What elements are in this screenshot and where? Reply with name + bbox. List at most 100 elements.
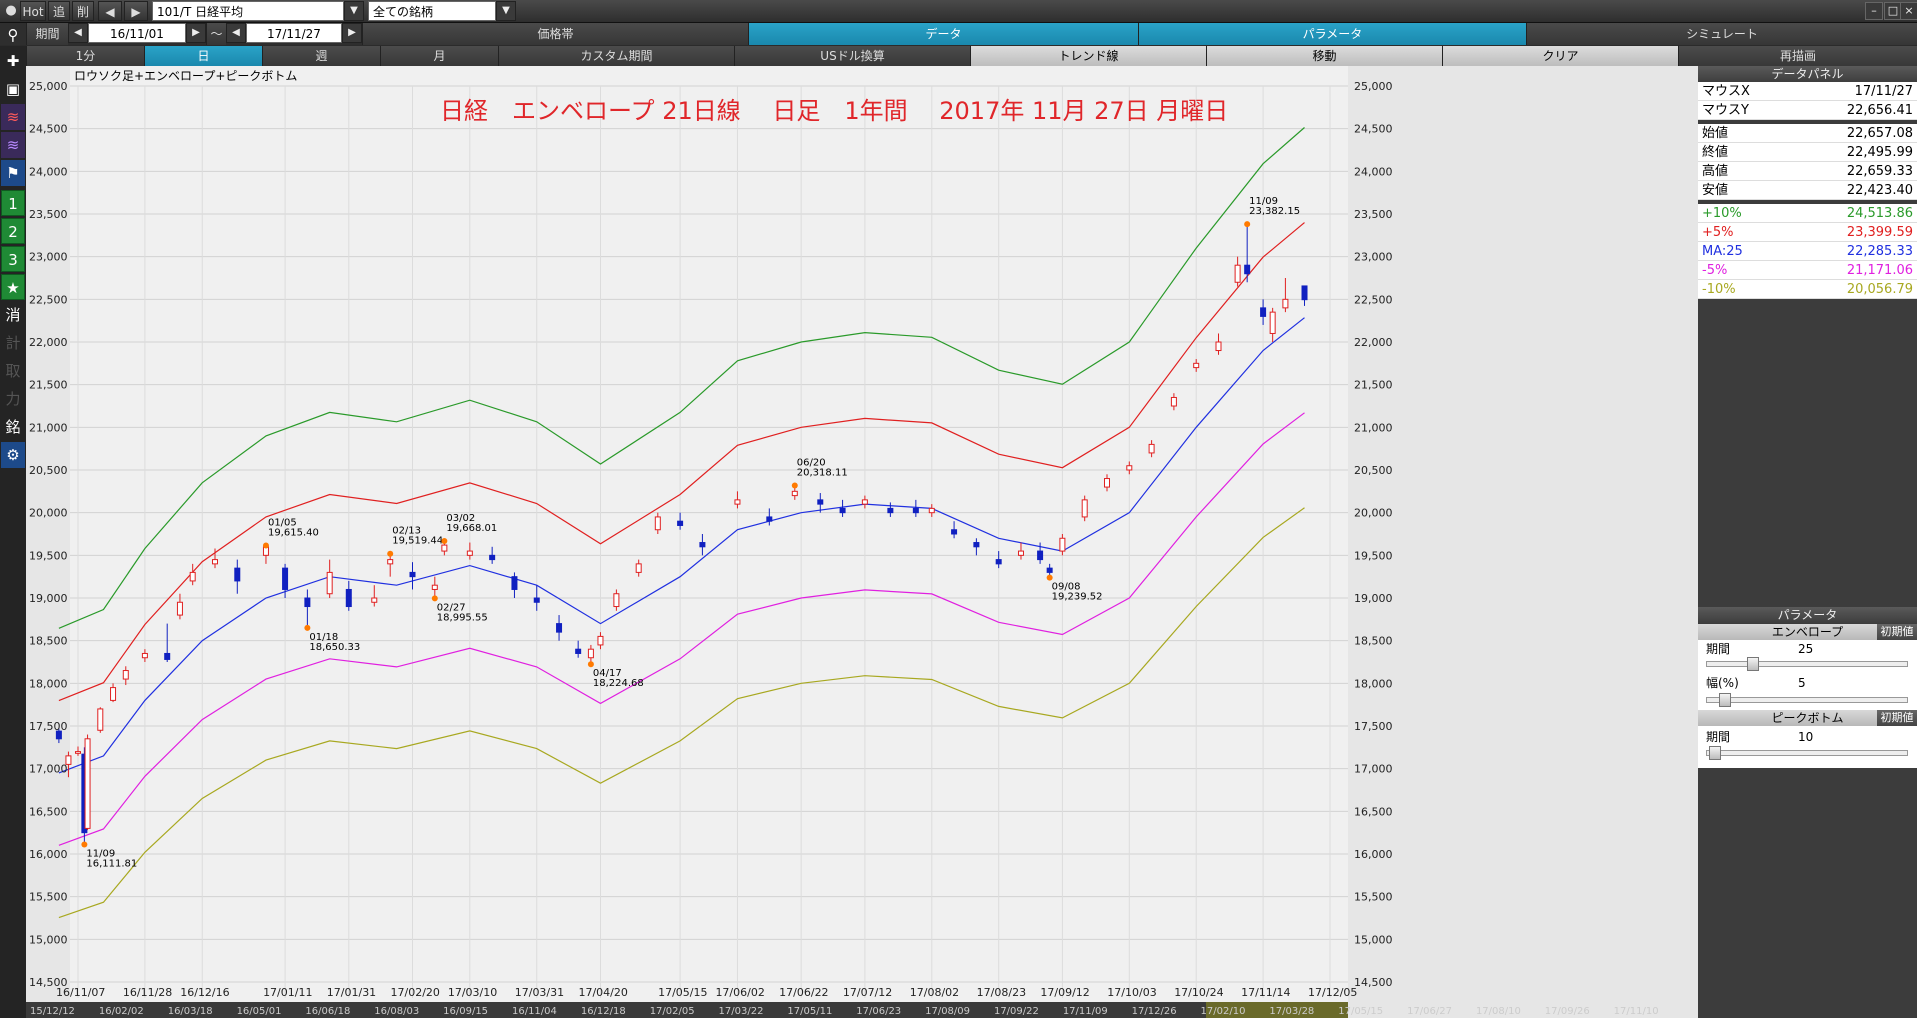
preset-3-button[interactable]: 3 xyxy=(1,246,25,272)
data-panel-value: 17/11/27 xyxy=(1854,84,1913,99)
flag-icon[interactable]: ⚑ xyxy=(1,160,25,186)
scroll-date-label: 17/09/26 xyxy=(1545,1006,1590,1017)
redraw-button[interactable]: 再描画 xyxy=(1678,46,1917,66)
search-icon[interactable]: ⚲ xyxy=(1,22,25,48)
y-tick-label: 15,500 xyxy=(29,891,68,904)
scroll-date-label: 17/08/10 xyxy=(1476,1006,1521,1017)
data-panel-value: 22,659.33 xyxy=(1846,164,1913,179)
y-tick-label: 20,500 xyxy=(29,464,68,477)
scroll-date-label: 17/06/27 xyxy=(1407,1006,1452,1017)
candle-body xyxy=(1244,264,1251,275)
x-tick-label: 17/01/11 xyxy=(263,986,312,999)
data-panel-value: 24,513.86 xyxy=(1846,206,1913,221)
data-panel-value: 23,399.59 xyxy=(1846,225,1913,240)
candle-body xyxy=(1037,550,1044,561)
custom-period-button[interactable]: カスタム期間 xyxy=(498,46,734,66)
symbol-field[interactable]: 101/T 日経平均 xyxy=(152,1,344,21)
tab-simulate[interactable]: シミュレート xyxy=(1526,23,1917,45)
tab-parameter[interactable]: パラメータ xyxy=(1138,23,1526,45)
tab-week[interactable]: 週 xyxy=(262,46,380,66)
date-from-next-button[interactable]: ▶ xyxy=(186,23,206,43)
preset-1-button[interactable]: 1 xyxy=(1,190,25,216)
slider-handle[interactable] xyxy=(1747,657,1759,671)
candle-body xyxy=(489,554,496,561)
data-panel-key: マウスY xyxy=(1702,103,1749,118)
tab-month[interactable]: 月 xyxy=(380,46,498,66)
candle-body xyxy=(951,529,958,535)
crosshair-icon[interactable]: ✚ xyxy=(1,48,25,74)
scroll-date-label: 17/08/09 xyxy=(925,1006,970,1017)
candle-body xyxy=(141,652,148,659)
calc-button[interactable]: 計 xyxy=(1,330,25,356)
date-to-field[interactable]: 17/11/27 xyxy=(246,23,342,43)
move-button[interactable]: 移動 xyxy=(1206,46,1442,66)
envelope-width-slider[interactable] xyxy=(1706,693,1908,707)
y-tick-label: 22,500 xyxy=(29,293,68,306)
scroll-date-label: 17/02/10 xyxy=(1201,1006,1246,1017)
add-button[interactable]: 追 xyxy=(48,1,70,21)
prev-symbol-button[interactable]: ◀ xyxy=(98,1,122,21)
camera-icon[interactable]: ▣ xyxy=(1,76,25,102)
close-button[interactable]: × xyxy=(1900,2,1917,20)
hot-button[interactable]: Hot xyxy=(20,1,46,21)
lightbulb-icon[interactable]: ● xyxy=(3,2,19,20)
candle-body xyxy=(1103,478,1110,488)
brand-button[interactable]: 銘 xyxy=(1,414,25,440)
clear-button[interactable]: クリア xyxy=(1442,46,1678,66)
envelope-reset-button[interactable]: 初期値 xyxy=(1877,624,1917,640)
next-symbol-button[interactable]: ▶ xyxy=(124,1,148,21)
candle-body xyxy=(189,571,196,582)
power-button[interactable]: 力 xyxy=(1,386,25,412)
price-chart[interactable]: 11/0916,111.8101/0519,615.4001/1818,650.… xyxy=(26,66,1698,1018)
candle-body xyxy=(431,584,438,590)
scroll-date-label: 17/09/22 xyxy=(994,1006,1039,1017)
y-tick-label: 23,000 xyxy=(29,251,68,264)
candle-body xyxy=(1193,362,1200,369)
date-to-next-button[interactable]: ▶ xyxy=(342,23,362,43)
line-chart-icon[interactable]: ≋ xyxy=(1,104,25,130)
date-to-prev-button[interactable]: ◀ xyxy=(226,23,246,43)
preset-2-button[interactable]: 2 xyxy=(1,218,25,244)
tab-1min[interactable]: 1分 xyxy=(26,46,144,66)
envelope-period-slider[interactable] xyxy=(1706,657,1908,671)
y-tick-label: 18,500 xyxy=(29,635,68,648)
erase-button[interactable]: 消 xyxy=(1,302,25,328)
slider-handle[interactable] xyxy=(1719,693,1731,707)
filter-field[interactable]: 全ての銘柄 xyxy=(368,1,496,21)
data-panel-key: MA:25 xyxy=(1702,244,1743,259)
peak-marker xyxy=(1046,574,1053,581)
peak-bottom-header: ピークボトム 初期値 xyxy=(1698,710,1917,726)
peak-bottom-reset-button[interactable]: 初期値 xyxy=(1877,710,1917,726)
peak-bottom-period-slider[interactable] xyxy=(1706,746,1908,760)
usd-convert-button[interactable]: USドル換算 xyxy=(734,46,970,66)
filter-dropdown-button[interactable]: ▼ xyxy=(496,1,516,21)
tab-price-band[interactable]: 価格帯 xyxy=(362,23,748,45)
date-from-prev-button[interactable]: ◀ xyxy=(68,23,88,43)
gear-icon[interactable]: ⚙ xyxy=(1,442,25,468)
date-from-field[interactable]: 16/11/01 xyxy=(88,23,186,43)
envelope-width-slider-row xyxy=(1698,692,1917,710)
candle-body xyxy=(597,635,604,646)
scroll-date-label: 16/09/15 xyxy=(443,1006,488,1017)
y-tick-label: 23,000 xyxy=(1354,251,1393,264)
candle-body xyxy=(511,576,518,590)
envelope-period-value[interactable]: 25 xyxy=(1798,640,1813,658)
line-chart-2-icon[interactable]: ≋ xyxy=(1,132,25,158)
envelope-width-value[interactable]: 5 xyxy=(1798,674,1806,692)
delete-button[interactable]: 削 xyxy=(72,1,94,21)
take-button[interactable]: 取 xyxy=(1,358,25,384)
peak-value-label: 23,382.15 xyxy=(1249,206,1300,217)
candle-body xyxy=(654,516,661,531)
tab-data[interactable]: データ xyxy=(748,23,1138,45)
slider-handle[interactable] xyxy=(1709,746,1721,760)
trend-line-button[interactable]: トレンド線 xyxy=(970,46,1206,66)
symbol-dropdown-button[interactable]: ▼ xyxy=(344,1,364,21)
tab-day[interactable]: 日 xyxy=(144,46,262,66)
star-icon[interactable]: ★ xyxy=(1,274,25,300)
y-tick-label: 24,500 xyxy=(1354,123,1393,136)
x-tick-label: 17/08/23 xyxy=(977,986,1026,999)
minimize-button[interactable]: – xyxy=(1865,2,1883,20)
y-tick-label: 15,000 xyxy=(1354,933,1393,946)
data-panel-row: +10% 24,513.86 xyxy=(1698,204,1917,223)
peak-bottom-period-value[interactable]: 10 xyxy=(1798,728,1813,746)
